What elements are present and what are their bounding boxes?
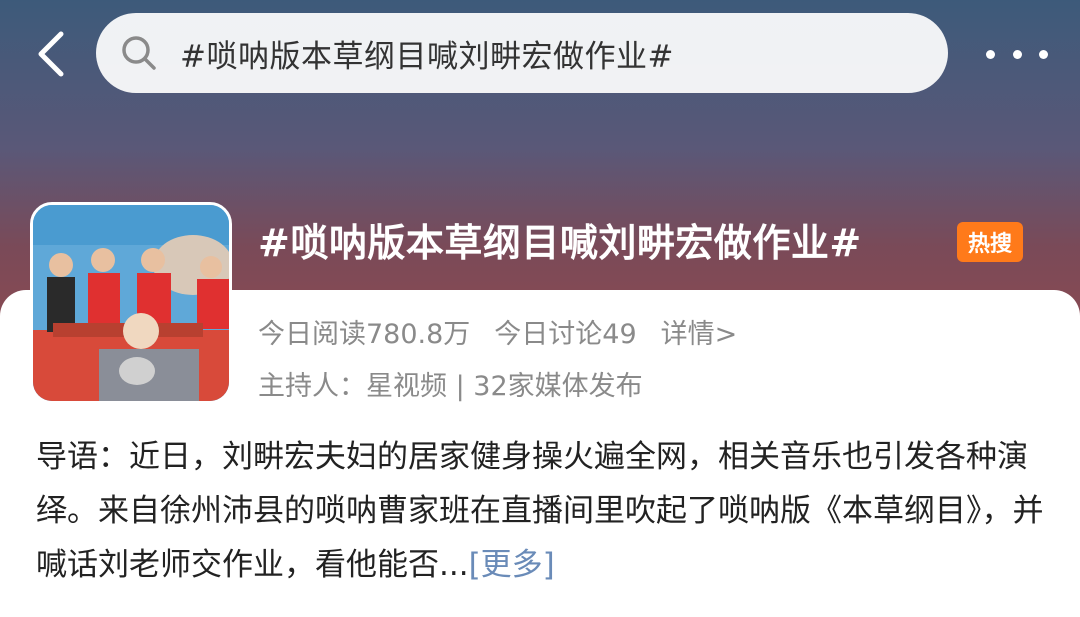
back-button[interactable] — [22, 24, 78, 84]
hot-badge: 热搜 — [957, 222, 1023, 262]
media-count[interactable]: 32家媒体发布 — [473, 371, 642, 402]
discussion-count: 今日讨论49 — [494, 319, 637, 350]
back-icon — [38, 31, 64, 77]
host-name[interactable]: 星视频 — [366, 371, 447, 402]
more-button[interactable] — [986, 36, 1048, 72]
separator: | — [455, 371, 465, 402]
search-icon — [118, 32, 160, 74]
thumbnail-image — [33, 205, 229, 401]
intro-text-block: 导语：近日，刘畊宏夫妇的居家健身操火遍全网，相关音乐也引发各种演绎。来自徐州沛县… — [36, 430, 1046, 592]
read-count: 今日阅读780.8万 — [258, 319, 471, 350]
topic-thumbnail[interactable] — [30, 202, 232, 404]
search-query: #唢呐版本草纲目喊刘畊宏做作业# — [180, 38, 674, 75]
more-icon — [986, 49, 995, 59]
search-bar[interactable]: #唢呐版本草纲目喊刘畊宏做作业# — [96, 13, 948, 93]
details-link[interactable]: 详情> — [661, 312, 738, 351]
stats-row: 今日阅读780.8万 今日讨论49 详情> — [258, 312, 737, 351]
topic-title: #唢呐版本草纲目喊刘畊宏做作业# — [258, 221, 862, 265]
host-label: 主持人： — [258, 371, 366, 402]
host-row: 主持人：星视频 | 32家媒体发布 — [258, 364, 643, 403]
more-link[interactable]: [更多] — [469, 547, 555, 583]
